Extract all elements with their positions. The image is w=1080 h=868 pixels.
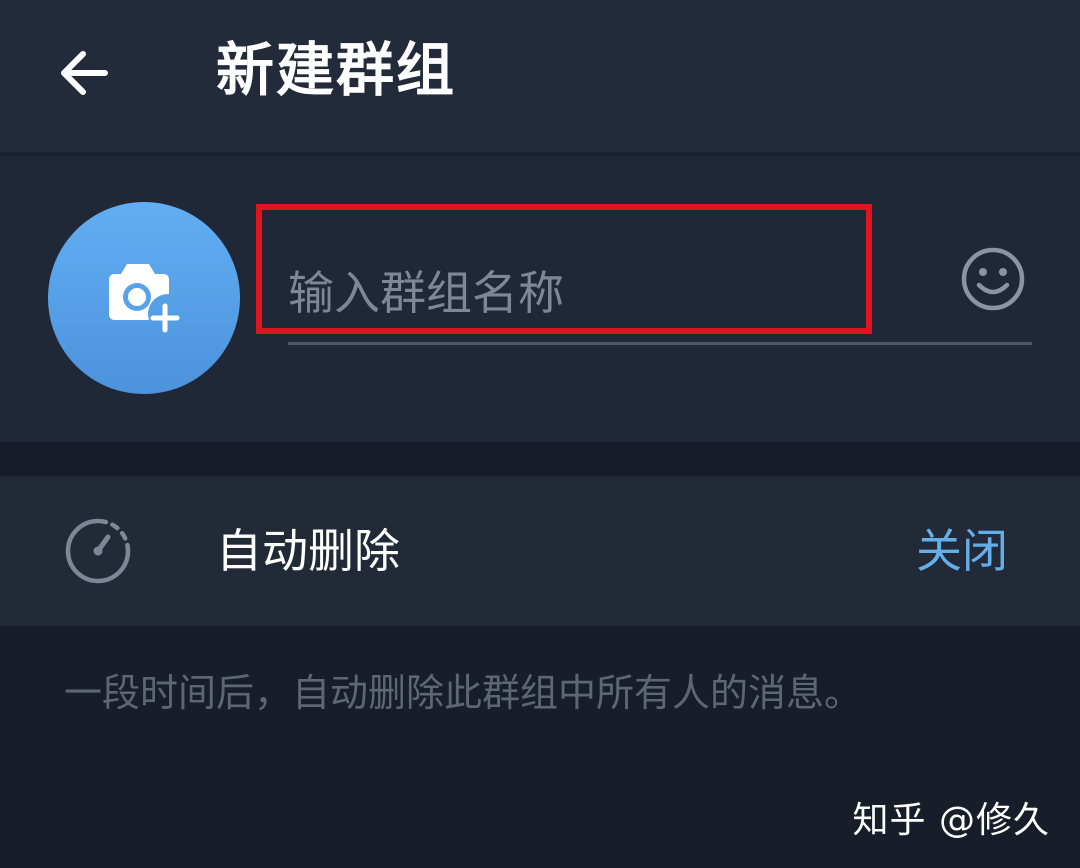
timer-icon xyxy=(65,518,131,584)
group-name-field xyxy=(288,244,1032,345)
group-info-card xyxy=(0,156,1080,442)
auto-delete-row[interactable]: 自动删除 关闭 xyxy=(0,476,1080,626)
arrow-left-icon xyxy=(61,51,108,95)
auto-delete-label: 自动删除 xyxy=(216,524,400,578)
page-title: 新建群组 xyxy=(216,36,457,104)
back-button[interactable] xyxy=(50,40,116,106)
auto-delete-hint: 一段时间后，自动删除此群组中所有人的消息。 xyxy=(64,671,863,715)
footer-area: 一段时间后，自动删除此群组中所有人的消息。 知乎 @修久 xyxy=(0,626,1080,868)
auto-delete-value[interactable]: 关闭 xyxy=(916,518,1008,584)
smile-icon xyxy=(961,247,1025,311)
camera-add-icon xyxy=(109,264,180,333)
emoji-button[interactable] xyxy=(960,246,1026,312)
app-header: 新建群组 xyxy=(0,0,1080,152)
watermark: 知乎 @修久 xyxy=(852,800,1050,841)
set-group-photo-button[interactable] xyxy=(48,202,240,394)
section-divider xyxy=(0,442,1080,476)
group-name-input[interactable] xyxy=(288,258,928,328)
